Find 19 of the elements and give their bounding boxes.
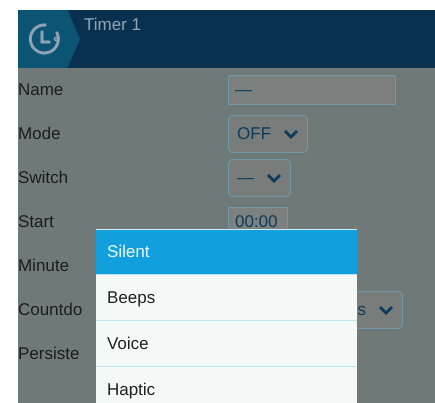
menu-option[interactable]: Beeps — [96, 275, 357, 321]
field-label: Name — [18, 80, 64, 100]
field-label: Mode — [18, 124, 62, 144]
field-label: Start — [18, 212, 55, 232]
text-field[interactable]: — — [228, 75, 396, 105]
field-label: Switch — [18, 168, 70, 188]
header-title: Timer 1 — [84, 15, 141, 35]
field-label: Countdo — [18, 300, 84, 320]
field-label: Minute — [18, 256, 70, 276]
chevron-down-icon — [378, 304, 394, 316]
field-label: Persiste — [18, 344, 80, 364]
clock-icon — [27, 21, 63, 57]
chevron-down-icon — [266, 172, 282, 184]
dropdown-select[interactable]: — — [228, 159, 291, 197]
dropdown-select[interactable]: OFF — [228, 115, 308, 153]
menu-option[interactable]: Voice — [96, 321, 357, 367]
menu-option[interactable]: Haptic — [96, 367, 357, 403]
chevron-down-icon — [283, 128, 299, 140]
menu-option[interactable]: Silent — [96, 229, 357, 275]
